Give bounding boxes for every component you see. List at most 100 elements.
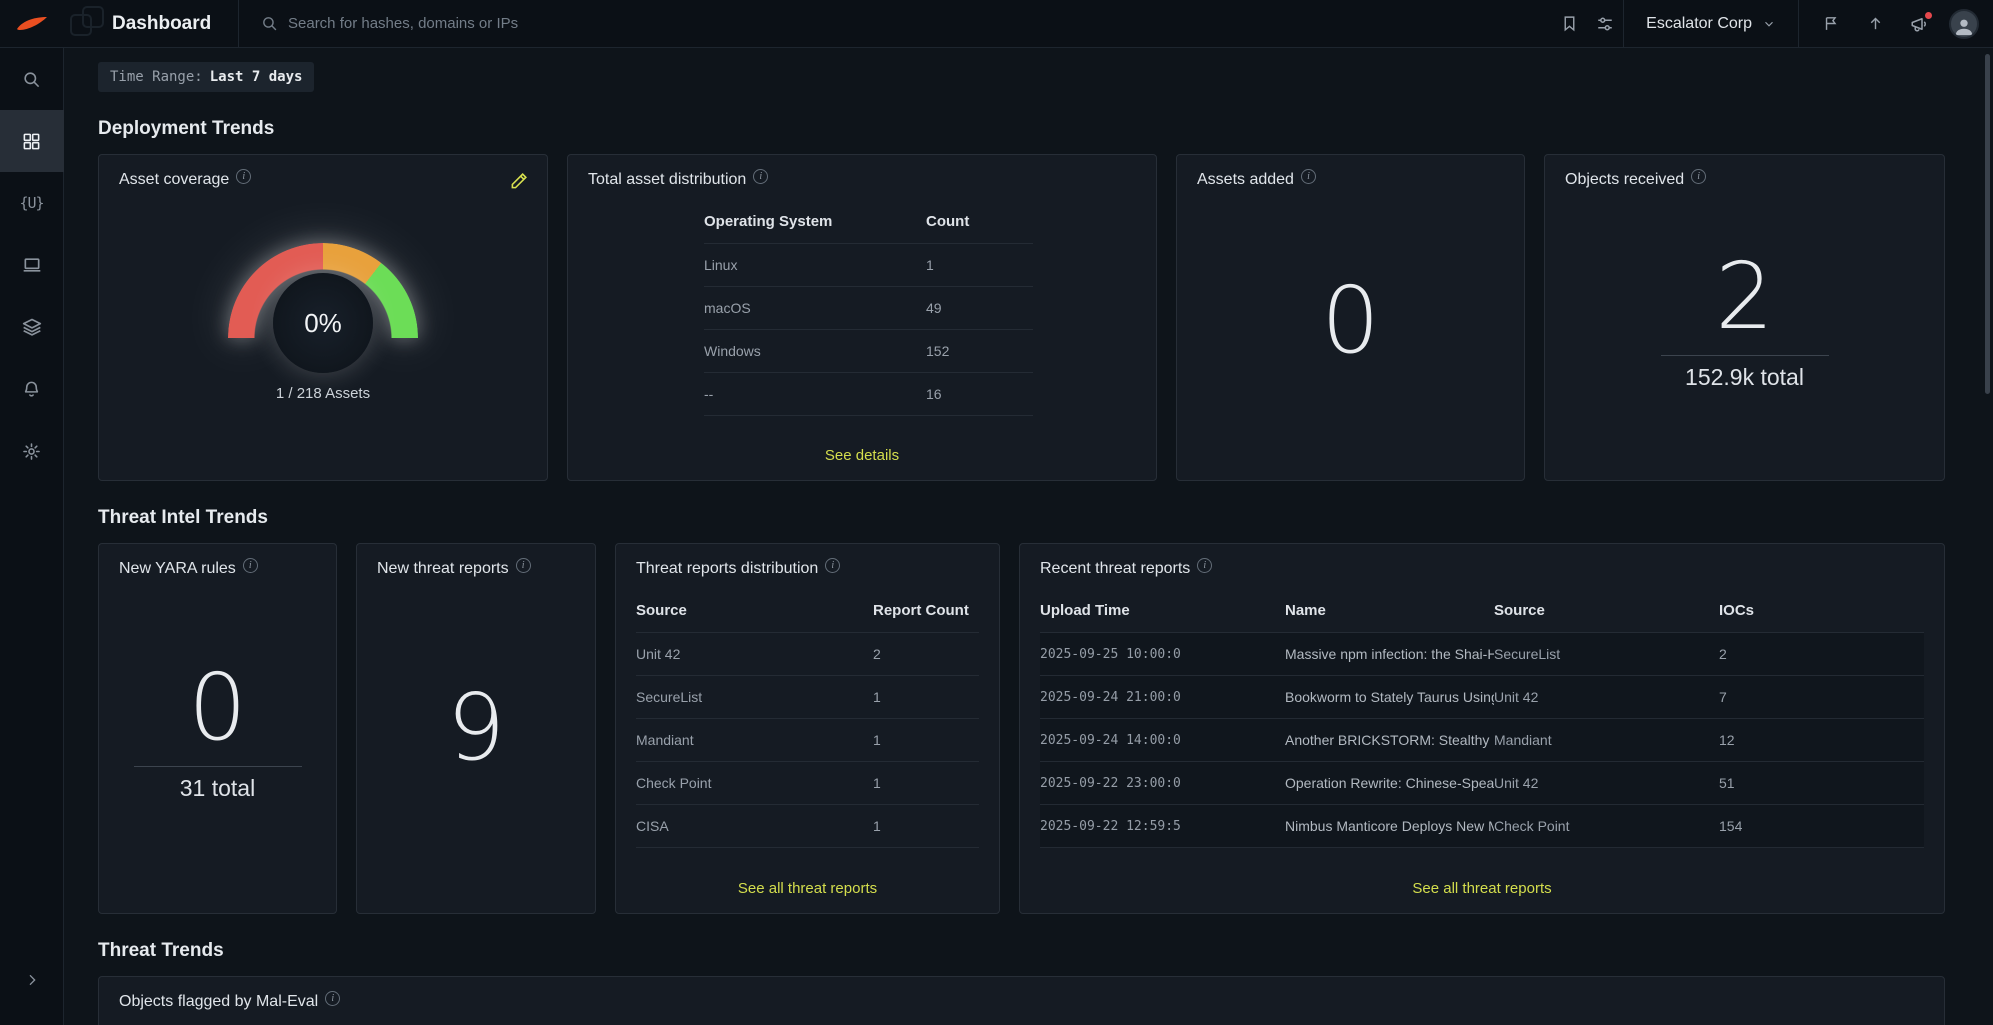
table-row[interactable]: 2025-09-22 23:00:0 Operation Rewrite: Ch… — [1040, 762, 1924, 805]
main-content: Time Range: Last 7 days Deployment Trend… — [64, 48, 1993, 1025]
sidebar-item-notifications[interactable] — [0, 358, 64, 420]
sidebar-item-dashboard[interactable] — [0, 110, 64, 172]
sidebar-item-yara-rules[interactable]: {U} — [0, 172, 64, 234]
cell-os: -- — [704, 386, 714, 402]
search-input[interactable] — [288, 15, 928, 32]
column-header: Count — [926, 213, 970, 230]
time-range-chip[interactable]: Time Range: Last 7 days — [98, 62, 315, 92]
card-header: Asset coverage — [119, 168, 527, 189]
global-search — [239, 15, 1551, 32]
column-header: Name — [1285, 602, 1326, 619]
upload-button[interactable] — [1857, 6, 1893, 42]
table-row: Mandiant 1 — [636, 719, 979, 762]
column-header: Source — [1494, 602, 1545, 619]
sidebar-item-settings[interactable] — [0, 420, 64, 482]
title-area: Dashboard — [64, 0, 239, 48]
card-asset-distribution: Total asset distribution Operating Syste… — [567, 154, 1157, 481]
gear-icon — [23, 442, 40, 460]
org-name: Escalator Corp — [1646, 14, 1752, 32]
cell-report-name: Bookworm to Stately Taurus Using t... — [1285, 689, 1494, 705]
cell-iocs: 51 — [1719, 775, 1735, 791]
reports-distribution-table: Source Report Count Unit 42 2 SecureList… — [636, 602, 979, 848]
cell-report-name: Operation Rewrite: Chinese-Speakin... — [1285, 775, 1494, 791]
yara-braces-icon: {U} — [19, 194, 44, 212]
cell-count: 49 — [926, 300, 942, 316]
cell-upload-time: 2025-09-24 21:00:0 — [1040, 689, 1181, 705]
announcements-button[interactable] — [1901, 6, 1937, 42]
divider — [133, 766, 302, 767]
table-row[interactable]: 2025-09-25 10:00:0 Massive npm infection… — [1040, 633, 1924, 676]
new-threat-reports-value: 9 — [446, 674, 506, 781]
gauge-value: 0% — [273, 273, 373, 373]
card-title: Objects received — [1565, 171, 1685, 188]
info-icon[interactable] — [1691, 168, 1707, 184]
card-title: Assets added — [1197, 171, 1294, 188]
bell-icon — [24, 381, 39, 397]
table-row[interactable]: 2025-09-22 12:59:5 Nimbus Manticore Depl… — [1040, 805, 1924, 848]
table-row: -- 16 — [704, 373, 1033, 416]
arrow-up-icon — [1870, 17, 1880, 30]
person-icon — [1955, 19, 1973, 35]
layers-icon — [22, 318, 41, 336]
card-header: Objects received — [1565, 168, 1924, 189]
info-icon[interactable] — [325, 990, 341, 1006]
org-switcher[interactable]: Escalator Corp — [1624, 0, 1798, 48]
table-row: CISA 1 — [636, 805, 979, 848]
info-icon[interactable] — [1300, 168, 1316, 184]
column-header: Operating System — [704, 213, 833, 230]
table-row: Check Point 1 — [636, 762, 979, 805]
info-icon[interactable] — [236, 168, 252, 184]
recent-reports-table: Upload Time Name Source IOCs 2025-09-25 … — [1040, 602, 1924, 848]
sidebar-item-assets[interactable] — [0, 234, 64, 296]
cell-report-count: 1 — [873, 775, 881, 791]
sidebar-item-search[interactable] — [0, 48, 64, 110]
bookmark-button[interactable] — [1551, 6, 1587, 42]
new-yara-total: 31 total — [179, 775, 256, 801]
cell-iocs: 2 — [1719, 646, 1727, 662]
info-icon[interactable] — [242, 557, 258, 573]
card-title: Objects flagged by Mal-Eval — [119, 993, 319, 1010]
card-title: New YARA rules — [119, 560, 236, 577]
see-details-link[interactable]: See details — [568, 447, 1156, 464]
info-icon[interactable] — [1197, 557, 1213, 573]
info-icon[interactable] — [753, 168, 769, 184]
threat-intel-cards-row: New YARA rules 0 31 total New threat rep… — [98, 543, 1945, 914]
table-header: Source Report Count — [636, 602, 979, 633]
section-threat-trends: Threat Trends — [98, 940, 224, 961]
card-asset-coverage: Asset coverage 0% 1 / 218 Assets — [98, 154, 548, 481]
card-header: Threat reports distribution — [636, 557, 979, 578]
brand-logo[interactable] — [0, 0, 64, 48]
edit-coverage-button[interactable] — [510, 171, 529, 190]
card-new-threat-reports: New threat reports 9 — [356, 543, 596, 914]
card-assets-added: Assets added 0 — [1176, 154, 1525, 481]
cell-upload-time: 2025-09-22 12:59:5 — [1040, 818, 1181, 834]
card-header: Objects flagged by Mal-Eval — [119, 990, 1924, 1011]
see-all-threat-reports-link[interactable]: See all threat reports — [616, 880, 999, 897]
cell-report-count: 1 — [873, 818, 881, 834]
cell-iocs: 7 — [1719, 689, 1727, 705]
cell-report-name: Another BRICKSTORM: Stealthy Bac... — [1285, 732, 1494, 748]
cell-count: 1 — [926, 257, 934, 273]
vertical-scrollbar-thumb[interactable] — [1985, 54, 1990, 394]
sidebar-expand-button[interactable] — [0, 949, 64, 1011]
laptop-icon — [23, 258, 40, 272]
filter-settings-button[interactable] — [1587, 6, 1623, 42]
flag-icon — [1825, 17, 1836, 30]
card-new-yara-rules: New YARA rules 0 31 total — [98, 543, 337, 914]
topbar-action-icons — [1799, 6, 1993, 42]
cell-source: SecureList — [636, 689, 703, 705]
cell-report-count: 2 — [873, 646, 881, 662]
cell-source: Unit 42 — [1494, 689, 1539, 705]
user-avatar[interactable] — [1949, 8, 1979, 39]
sidebar-item-objects[interactable] — [0, 296, 64, 358]
assets-added-value: 0 — [1321, 267, 1380, 374]
info-icon[interactable] — [515, 557, 531, 573]
feedback-button[interactable] — [1813, 6, 1849, 42]
table-row[interactable]: 2025-09-24 14:00:0 Another BRICKSTORM: S… — [1040, 719, 1924, 762]
cell-count: 152 — [926, 343, 950, 359]
cell-report-count: 1 — [873, 689, 881, 705]
see-all-threat-reports-link[interactable]: See all threat reports — [1020, 880, 1944, 897]
table-row[interactable]: 2025-09-24 21:00:0 Bookworm to Stately T… — [1040, 676, 1924, 719]
info-icon[interactable] — [825, 557, 841, 573]
os-distribution-table: Operating System Count Linux 1 macOS 49 … — [704, 213, 1033, 416]
